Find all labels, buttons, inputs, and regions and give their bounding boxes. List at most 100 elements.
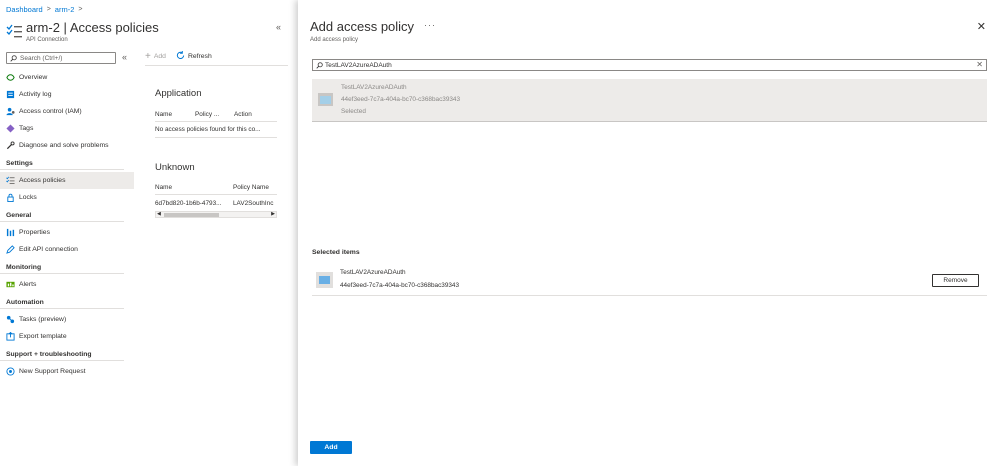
nav-section-automation: Automation xyxy=(0,293,124,309)
unknown-section-title: Unknown xyxy=(155,162,195,173)
breadcrumb-arm-2[interactable]: arm-2 xyxy=(55,5,75,14)
breadcrumb-separator: > xyxy=(78,6,83,13)
sidebar-item-diagnose[interactable]: Diagnose and solve problems xyxy=(0,137,134,154)
column-header-name[interactable]: Name xyxy=(155,111,195,118)
clear-search-icon[interactable]: ✕ xyxy=(976,60,983,69)
sidebar-item-tags[interactable]: Tags xyxy=(0,120,134,137)
selected-items-title: Selected items xyxy=(312,249,360,256)
add-submit-button[interactable]: Add xyxy=(310,441,352,454)
scrollbar-thumb[interactable] xyxy=(164,213,219,217)
nav-section-monitoring: Monitoring xyxy=(0,258,124,274)
breadcrumb-dashboard[interactable]: Dashboard xyxy=(6,5,43,14)
sidebar-item-new-support-request[interactable]: New Support Request xyxy=(0,363,134,380)
scroll-left-icon[interactable]: ◀ xyxy=(157,211,161,217)
refresh-button[interactable]: Refresh xyxy=(176,51,212,62)
sidebar-item-overview[interactable]: Overview xyxy=(0,69,134,86)
breadcrumb-separator: > xyxy=(46,6,51,13)
access-policies-content: + Add Refresh Application Name Policy ..… xyxy=(145,50,290,218)
column-header-policy-name[interactable]: Policy Name xyxy=(233,184,277,191)
selected-item-object-id: 44ef3eed-7c7a-404a-bc70-c368bac39343 xyxy=(340,282,460,289)
app-registration-icon xyxy=(316,272,333,288)
sidebar-item-label: Overview xyxy=(19,74,48,81)
sidebar-item-tasks[interactable]: Tasks (preview) xyxy=(0,311,134,328)
sidebar-item-label: Access control (IAM) xyxy=(19,108,82,115)
export-icon xyxy=(6,332,15,341)
sidebar-item-alerts[interactable]: Alerts xyxy=(0,276,134,293)
nav-section-settings: Settings xyxy=(0,154,124,170)
sidebar-item-label: New Support Request xyxy=(19,368,86,375)
search-result-item[interactable]: TestLAV2AzureADAuth 44ef3eed-7c7a-404a-b… xyxy=(312,79,987,122)
nav-search-placeholder: Search (Ctrl+/) xyxy=(20,54,63,62)
nav-section-support: Support + troubleshooting xyxy=(0,345,124,361)
sidebar-item-locks[interactable]: Locks xyxy=(0,189,134,206)
pencil-icon xyxy=(6,245,15,254)
alerts-icon xyxy=(6,280,15,289)
remove-button[interactable]: Remove xyxy=(932,274,979,287)
app-registration-icon xyxy=(318,93,333,106)
sidebar-item-label: Edit API connection xyxy=(19,246,78,253)
sidebar-item-label: Access policies xyxy=(19,177,66,184)
add-access-policy-panel: Add access policy ··· Add access policy … xyxy=(298,0,999,466)
result-object-id: 44ef3eed-7c7a-404a-bc70-c368bac39343 xyxy=(341,96,461,103)
iam-icon xyxy=(6,107,15,116)
add-button-label: Add xyxy=(153,53,166,60)
properties-icon xyxy=(6,228,15,237)
resource-header: arm-2 | Access policies API Connection « xyxy=(6,20,291,46)
panel-title: Add access policy xyxy=(310,19,415,34)
activity-log-icon xyxy=(6,90,15,99)
refresh-icon xyxy=(176,51,185,62)
list-icon xyxy=(6,176,15,185)
close-icon[interactable]: ✕ xyxy=(977,20,986,33)
sidebar-item-label: Alerts xyxy=(19,281,37,288)
lock-icon xyxy=(6,193,15,202)
sidebar-item-edit-api-connection[interactable]: Edit API connection xyxy=(0,241,134,258)
table-header: Name Policy Name xyxy=(155,180,277,195)
sidebar-nav: Overview Activity log Access control (IA… xyxy=(0,69,134,380)
table-row[interactable]: 6d7bd820-1b6b-4793... LAV2SouthInc xyxy=(155,195,277,211)
tasks-icon xyxy=(6,315,15,324)
empty-message: No access policies found for this co... xyxy=(155,126,261,133)
selected-item: TestLAV2AzureADAuth 44ef3eed-7c7a-404a-b… xyxy=(312,266,987,296)
sidebar-item-label: Diagnose and solve problems xyxy=(19,142,109,149)
search-icon xyxy=(10,54,17,62)
column-header-policy[interactable]: Policy ... xyxy=(195,111,234,118)
panel-subtitle: Add access policy xyxy=(310,37,359,43)
sidebar-item-label: Properties xyxy=(19,229,50,236)
add-button[interactable]: + Add xyxy=(145,51,166,62)
nav-collapse-icon[interactable]: « xyxy=(122,52,127,62)
breadcrumb: Dashboard > arm-2 > xyxy=(6,5,82,14)
principal-search-input[interactable]: TestLAV2AzureADAuth ✕ xyxy=(312,59,987,71)
support-icon xyxy=(6,367,15,376)
application-table: Name Policy ... Action No access policie… xyxy=(155,107,277,138)
sidebar-item-iam[interactable]: Access control (IAM) xyxy=(0,103,134,120)
page-subtitle: API Connection xyxy=(26,37,68,43)
sidebar-item-activity-log[interactable]: Activity log xyxy=(0,86,134,103)
table-empty-row: No access policies found for this co... xyxy=(155,122,277,138)
nav-search-input[interactable]: Search (Ctrl+/) xyxy=(6,52,116,64)
column-header-name[interactable]: Name xyxy=(155,184,233,191)
page-title: arm-2 | Access policies xyxy=(26,20,159,35)
sidebar-item-label: Export template xyxy=(19,333,67,340)
search-icon xyxy=(316,61,323,69)
wrench-icon xyxy=(6,141,15,150)
collapse-double-chevron-icon[interactable]: « xyxy=(276,22,281,32)
scroll-right-icon[interactable]: ▶ xyxy=(271,211,275,217)
result-name: TestLAV2AzureADAuth xyxy=(341,84,407,91)
horizontal-scrollbar[interactable]: ◀ ▶ xyxy=(155,211,277,218)
column-header-action[interactable]: Action xyxy=(234,111,274,118)
result-state: Selected xyxy=(341,108,366,115)
selected-item-name: TestLAV2AzureADAuth xyxy=(340,269,406,276)
table-header: Name Policy ... Action xyxy=(155,107,277,122)
sidebar-item-label: Tasks (preview) xyxy=(19,316,67,323)
search-value: TestLAV2AzureADAuth xyxy=(325,61,392,69)
tag-icon xyxy=(6,124,15,133)
more-options-icon[interactable]: ··· xyxy=(424,20,436,30)
unknown-table: Name Policy Name 6d7bd820-1b6b-4793... L… xyxy=(155,180,277,211)
cell-name: 6d7bd820-1b6b-4793... xyxy=(155,199,222,207)
refresh-button-label: Refresh xyxy=(187,53,212,60)
command-bar: + Add Refresh xyxy=(145,50,288,66)
sidebar-item-label: Locks xyxy=(19,194,37,201)
sidebar-item-properties[interactable]: Properties xyxy=(0,224,134,241)
sidebar-item-access-policies[interactable]: Access policies xyxy=(0,172,134,189)
sidebar-item-export-template[interactable]: Export template xyxy=(0,328,134,345)
